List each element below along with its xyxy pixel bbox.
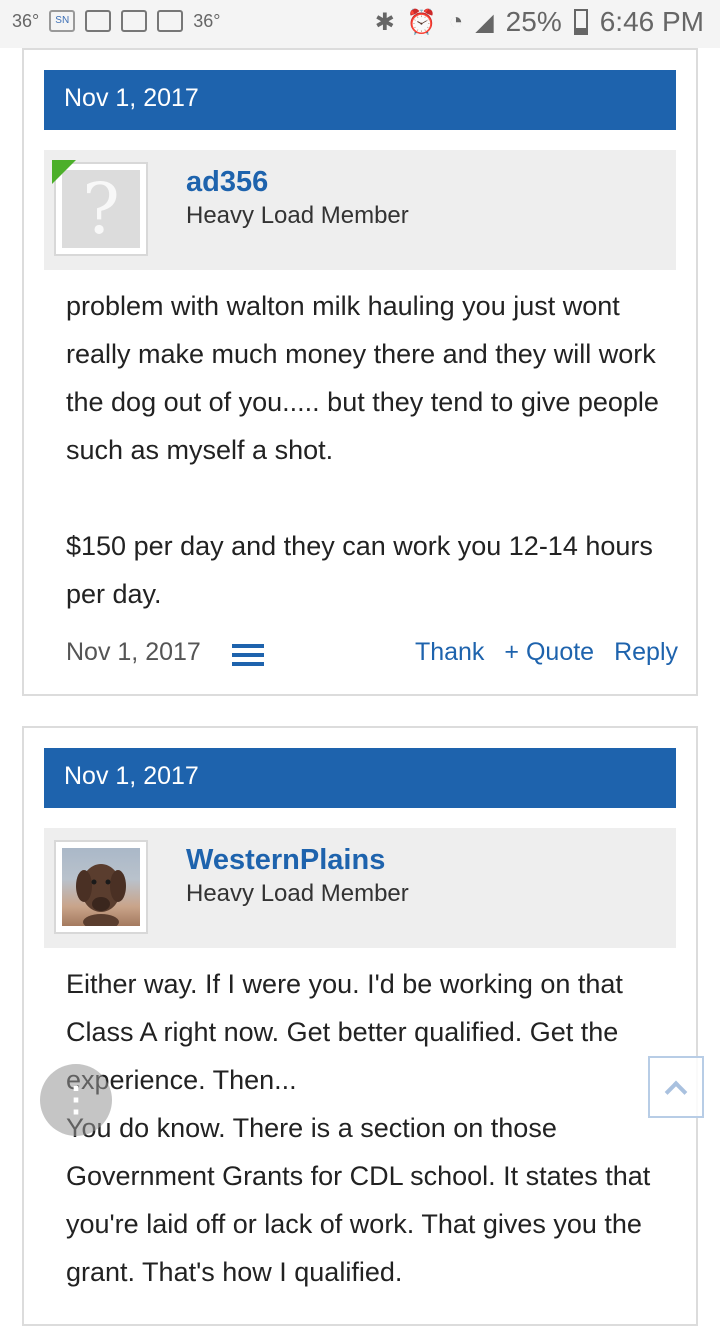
username-link[interactable]: ad356 bbox=[186, 166, 268, 199]
temperature-text-2: 36° bbox=[193, 10, 221, 31]
battery-percent: 25% bbox=[505, 6, 562, 37]
more-options-button[interactable]: ⋮ bbox=[40, 1064, 112, 1136]
email-icon bbox=[157, 10, 184, 32]
alarm-icon: ⏰ bbox=[406, 8, 437, 36]
user-info: WesternPlains Heavy Load Member bbox=[44, 828, 676, 948]
reply-button[interactable]: Reply bbox=[614, 638, 678, 667]
new-member-badge-icon bbox=[52, 160, 76, 184]
system-icons: ✱ ⏰ ◔ ◢ 25% 6:46 PM bbox=[375, 6, 704, 38]
gallery-icon bbox=[85, 10, 112, 32]
message-paragraph: $150 per day and they can work you 12-14… bbox=[66, 531, 653, 609]
post-card: Nov 1, 2017 ? ad356 Heavy Load Member pr… bbox=[22, 48, 698, 696]
dog-photo-icon bbox=[62, 848, 140, 926]
status-bar: 36° SN 36° ✱ ⏰ ◔ ◢ 25% 6:46 PM bbox=[0, 0, 720, 48]
gmail-icon bbox=[121, 10, 148, 32]
scroll-to-top-button[interactable] bbox=[648, 1056, 704, 1118]
more-vert-icon: ⋮ bbox=[59, 1081, 93, 1119]
notification-icons: 36° SN 36° bbox=[12, 10, 220, 32]
thank-button[interactable]: Thank bbox=[415, 638, 484, 667]
message-paragraph: Either way. If I were you. I'd be workin… bbox=[66, 969, 623, 1095]
wifi-icon: ◔ bbox=[448, 8, 464, 35]
message-paragraph: You do know. There is a section on those… bbox=[66, 1113, 651, 1287]
username-link[interactable]: WesternPlains bbox=[186, 844, 385, 877]
post-date-header: Nov 1, 2017 bbox=[44, 748, 676, 808]
post-footer: Nov 1, 2017 Thank + Quote Reply bbox=[66, 634, 678, 674]
temperature-text: 36° bbox=[12, 10, 40, 31]
user-title: Heavy Load Member bbox=[186, 880, 409, 907]
clock: 6:46 PM bbox=[599, 6, 704, 37]
quote-button[interactable]: + Quote bbox=[504, 638, 594, 667]
avatar[interactable] bbox=[54, 840, 148, 934]
post-menu-icon[interactable] bbox=[232, 644, 264, 666]
user-title: Heavy Load Member bbox=[186, 202, 409, 229]
user-info: ? ad356 Heavy Load Member bbox=[44, 150, 676, 270]
post-message: problem with walton milk hauling you jus… bbox=[66, 282, 676, 618]
message-paragraph: problem with walton milk hauling you jus… bbox=[66, 291, 659, 465]
post-date-header: Nov 1, 2017 bbox=[44, 70, 676, 130]
battery-icon bbox=[573, 9, 588, 35]
post-timestamp[interactable]: Nov 1, 2017 bbox=[66, 638, 201, 667]
news-app-icon: SN bbox=[49, 10, 76, 32]
post-message: Either way. If I were you. I'd be workin… bbox=[66, 960, 676, 1296]
signal-icon: ◢ bbox=[475, 8, 494, 36]
post-card: Nov 1, 2017 WesternPlains Heavy Load Mem… bbox=[22, 726, 698, 1326]
bluetooth-icon: ✱ bbox=[374, 8, 395, 36]
